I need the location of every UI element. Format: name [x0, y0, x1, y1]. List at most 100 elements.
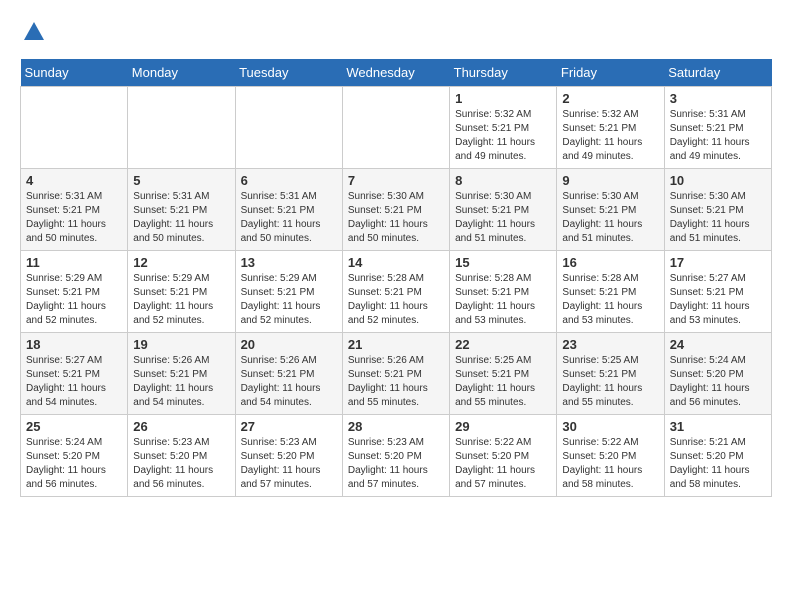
day-cell: 25 Sunrise: 5:24 AM Sunset: 5:20 PM Dayli… [21, 414, 128, 496]
day-number: 7 [348, 173, 444, 188]
day-cell: 8 Sunrise: 5:30 AM Sunset: 5:21 PM Daylig… [450, 168, 557, 250]
day-number: 31 [670, 419, 766, 434]
day-number: 2 [562, 91, 658, 106]
day-number: 14 [348, 255, 444, 270]
day-info: Sunrise: 5:31 AM Sunset: 5:21 PM Dayligh… [241, 190, 337, 246]
day-cell: 6 Sunrise: 5:31 AM Sunset: 5:21 PM Daylig… [235, 168, 342, 250]
day-cell: 29Sunrise: 5:22 AM Sunset: 5:20 PM Dayli… [450, 414, 557, 496]
day-cell [128, 86, 235, 168]
week-row-5: 25 Sunrise: 5:24 AM Sunset: 5:20 PM Dayli… [21, 414, 772, 496]
day-info: Sunrise: 5:28 AM Sunset: 5:21 PM Dayligh… [348, 272, 444, 328]
day-info: Sunrise: 5:30 AM Sunset: 5:21 PM Dayligh… [348, 190, 444, 246]
day-cell: 15Sunrise: 5:28 AM Sunset: 5:21 PM Dayli… [450, 250, 557, 332]
day-info: Sunrise: 5:23 AM Sunset: 5:20 PM Dayligh… [241, 436, 337, 492]
day-info: Sunrise: 5:25 AM Sunset: 5:21 PM Dayligh… [455, 354, 551, 410]
day-number: 23 [562, 337, 658, 352]
day-cell: 30 Sunrise: 5:22 AM Sunset: 5:20 PM Dayli… [557, 414, 664, 496]
day-info: Sunrise: 5:25 AM Sunset: 5:21 PM Dayligh… [562, 354, 658, 410]
day-cell: 21 Sunrise: 5:26 AM Sunset: 5:21 PM Dayli… [342, 332, 449, 414]
day-cell: 31 Sunrise: 5:21 AM Sunset: 5:20 PM Dayli… [664, 414, 771, 496]
day-cell: 16 Sunrise: 5:28 AM Sunset: 5:21 PM Dayli… [557, 250, 664, 332]
day-info: Sunrise: 5:30 AM Sunset: 5:21 PM Dayligh… [670, 190, 766, 246]
day-cell: 1 Sunrise: 5:32 AM Sunset: 5:21 PM Daylig… [450, 86, 557, 168]
day-number: 8 [455, 173, 551, 188]
day-info: Sunrise: 5:31 AM Sunset: 5:21 PM Dayligh… [670, 108, 766, 164]
week-row-4: 18 Sunrise: 5:27 AM Sunset: 5:21 PM Dayli… [21, 332, 772, 414]
day-cell: 12 Sunrise: 5:29 AM Sunset: 5:21 PM Dayli… [128, 250, 235, 332]
day-number: 3 [670, 91, 766, 106]
day-cell: 19Sunrise: 5:26 AM Sunset: 5:21 PM Dayli… [128, 332, 235, 414]
day-info: Sunrise: 5:28 AM Sunset: 5:21 PM Dayligh… [562, 272, 658, 328]
logo [20, 20, 46, 49]
day-info: Sunrise: 5:22 AM Sunset: 5:20 PM Dayligh… [455, 436, 551, 492]
day-info: Sunrise: 5:21 AM Sunset: 5:20 PM Dayligh… [670, 436, 766, 492]
day-info: Sunrise: 5:29 AM Sunset: 5:21 PM Dayligh… [133, 272, 229, 328]
day-info: Sunrise: 5:30 AM Sunset: 5:21 PM Dayligh… [455, 190, 551, 246]
day-info: Sunrise: 5:22 AM Sunset: 5:20 PM Dayligh… [562, 436, 658, 492]
day-info: Sunrise: 5:26 AM Sunset: 5:21 PM Dayligh… [241, 354, 337, 410]
day-info: Sunrise: 5:30 AM Sunset: 5:21 PM Dayligh… [562, 190, 658, 246]
weekday-header-tuesday: Tuesday [235, 59, 342, 87]
day-cell: 10 Sunrise: 5:30 AM Sunset: 5:21 PM Dayli… [664, 168, 771, 250]
day-cell: 3 Sunrise: 5:31 AM Sunset: 5:21 PM Daylig… [664, 86, 771, 168]
day-info: Sunrise: 5:26 AM Sunset: 5:21 PM Dayligh… [133, 354, 229, 410]
weekday-header-saturday: Saturday [664, 59, 771, 87]
day-cell: 22Sunrise: 5:25 AM Sunset: 5:21 PM Dayli… [450, 332, 557, 414]
day-number: 28 [348, 419, 444, 434]
day-cell: 11Sunrise: 5:29 AM Sunset: 5:21 PM Dayli… [21, 250, 128, 332]
day-cell: 17 Sunrise: 5:27 AM Sunset: 5:21 PM Dayli… [664, 250, 771, 332]
day-number: 9 [562, 173, 658, 188]
day-cell: 23 Sunrise: 5:25 AM Sunset: 5:21 PM Dayli… [557, 332, 664, 414]
week-row-1: 1 Sunrise: 5:32 AM Sunset: 5:21 PM Daylig… [21, 86, 772, 168]
day-info: Sunrise: 5:24 AM Sunset: 5:20 PM Dayligh… [670, 354, 766, 410]
day-number: 15 [455, 255, 551, 270]
day-cell [21, 86, 128, 168]
day-cell: 28 Sunrise: 5:23 AM Sunset: 5:20 PM Dayli… [342, 414, 449, 496]
weekday-header-friday: Friday [557, 59, 664, 87]
day-number: 25 [26, 419, 122, 434]
weekday-header-row: SundayMondayTuesdayWednesdayThursdayFrid… [21, 59, 772, 87]
day-info: Sunrise: 5:23 AM Sunset: 5:20 PM Dayligh… [348, 436, 444, 492]
day-number: 4 [26, 173, 122, 188]
weekday-header-wednesday: Wednesday [342, 59, 449, 87]
day-info: Sunrise: 5:29 AM Sunset: 5:21 PM Dayligh… [26, 272, 122, 328]
day-info: Sunrise: 5:23 AM Sunset: 5:20 PM Dayligh… [133, 436, 229, 492]
day-info: Sunrise: 5:27 AM Sunset: 5:21 PM Dayligh… [26, 354, 122, 410]
day-info: Sunrise: 5:31 AM Sunset: 5:21 PM Dayligh… [26, 190, 122, 246]
logo-icon [22, 20, 46, 44]
day-cell [342, 86, 449, 168]
day-info: Sunrise: 5:24 AM Sunset: 5:20 PM Dayligh… [26, 436, 122, 492]
day-info: Sunrise: 5:27 AM Sunset: 5:21 PM Dayligh… [670, 272, 766, 328]
day-info: Sunrise: 5:31 AM Sunset: 5:21 PM Dayligh… [133, 190, 229, 246]
day-number: 30 [562, 419, 658, 434]
day-number: 21 [348, 337, 444, 352]
day-cell: 27Sunrise: 5:23 AM Sunset: 5:20 PM Dayli… [235, 414, 342, 496]
day-info: Sunrise: 5:29 AM Sunset: 5:21 PM Dayligh… [241, 272, 337, 328]
logo-text [20, 20, 46, 49]
day-number: 20 [241, 337, 337, 352]
day-number: 6 [241, 173, 337, 188]
day-cell: 20 Sunrise: 5:26 AM Sunset: 5:21 PM Dayli… [235, 332, 342, 414]
day-number: 5 [133, 173, 229, 188]
weekday-header-monday: Monday [128, 59, 235, 87]
day-info: Sunrise: 5:32 AM Sunset: 5:21 PM Dayligh… [562, 108, 658, 164]
day-info: Sunrise: 5:32 AM Sunset: 5:21 PM Dayligh… [455, 108, 551, 164]
day-cell: 5 Sunrise: 5:31 AM Sunset: 5:21 PM Daylig… [128, 168, 235, 250]
day-number: 12 [133, 255, 229, 270]
week-row-3: 11Sunrise: 5:29 AM Sunset: 5:21 PM Dayli… [21, 250, 772, 332]
day-cell: 18 Sunrise: 5:27 AM Sunset: 5:21 PM Dayli… [21, 332, 128, 414]
day-cell: 26Sunrise: 5:23 AM Sunset: 5:20 PM Dayli… [128, 414, 235, 496]
day-cell: 14 Sunrise: 5:28 AM Sunset: 5:21 PM Dayli… [342, 250, 449, 332]
day-number: 10 [670, 173, 766, 188]
week-row-2: 4 Sunrise: 5:31 AM Sunset: 5:21 PM Daylig… [21, 168, 772, 250]
page-header [20, 20, 772, 49]
day-number: 1 [455, 91, 551, 106]
weekday-header-thursday: Thursday [450, 59, 557, 87]
day-cell: 2 Sunrise: 5:32 AM Sunset: 5:21 PM Daylig… [557, 86, 664, 168]
day-number: 17 [670, 255, 766, 270]
day-number: 13 [241, 255, 337, 270]
day-cell: 13 Sunrise: 5:29 AM Sunset: 5:21 PM Dayli… [235, 250, 342, 332]
day-info: Sunrise: 5:26 AM Sunset: 5:21 PM Dayligh… [348, 354, 444, 410]
day-number: 16 [562, 255, 658, 270]
day-number: 18 [26, 337, 122, 352]
